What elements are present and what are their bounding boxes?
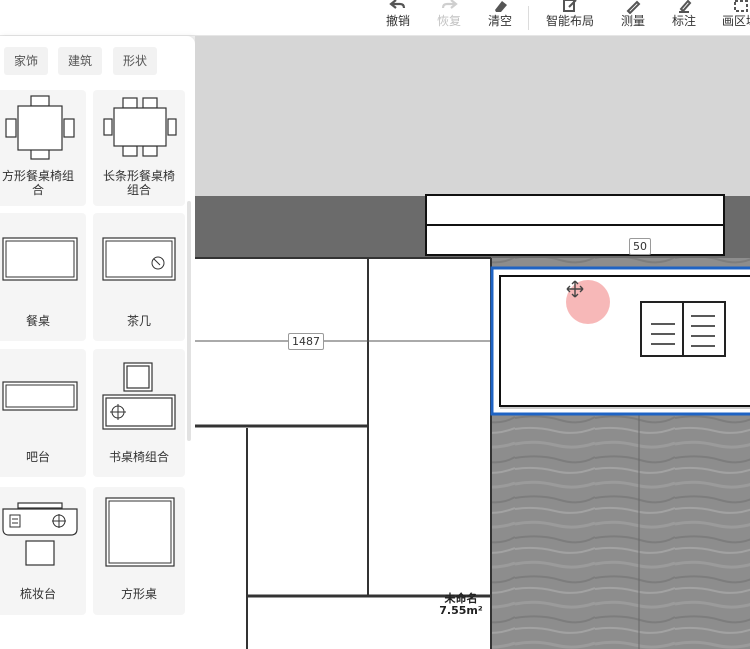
- room-area: 7.55m²: [439, 604, 483, 617]
- tab-architecture[interactable]: 建筑: [58, 47, 103, 75]
- toolbar-divider: [528, 6, 529, 30]
- redo-button[interactable]: 恢复: [436, 0, 462, 36]
- annotate-icon: [679, 0, 692, 13]
- tab-shapes[interactable]: 形状: [113, 47, 158, 75]
- measure-icon: [626, 0, 641, 14]
- desk-chair-set-icon: [102, 362, 176, 430]
- item-desk-chair-set[interactable]: 书桌椅组合: [93, 349, 185, 477]
- bar-counter-icon: [2, 381, 78, 411]
- undo-button[interactable]: 撤销: [385, 0, 411, 36]
- long-dining-set-icon: [103, 97, 177, 157]
- item-square-table[interactable]: 方形桌: [93, 487, 185, 615]
- room-label: 未命名 7.55m²: [430, 593, 492, 617]
- room-floor: [195, 258, 491, 649]
- category-tabs: 家饰 建筑 形状: [0, 47, 195, 75]
- redo-icon: [441, 0, 458, 9]
- item-dining-table[interactable]: 餐桌: [0, 213, 86, 341]
- tab-decor[interactable]: 家饰: [4, 47, 49, 75]
- dimension-top-label: 50: [629, 238, 651, 255]
- panel-scrollbar[interactable]: [187, 201, 191, 441]
- move-handle[interactable]: [566, 280, 610, 324]
- furniture-panel: 家饰 建筑 形状 方形餐桌椅组 合 长条形餐桌椅 组合 餐桌 茶几 吧台 书桌椅…: [0, 36, 195, 649]
- draw-area-button[interactable]: 画区域: [722, 0, 750, 36]
- undo-icon: [389, 0, 406, 9]
- draw-area-icon: [734, 0, 748, 12]
- vanity-icon: [2, 502, 78, 566]
- item-vanity[interactable]: 梳妆台: [0, 487, 86, 615]
- item-long-dining-set[interactable]: 长条形餐桌椅 组合: [93, 90, 185, 206]
- measure-button[interactable]: 测量: [620, 0, 646, 36]
- floor-plan-canvas[interactable]: 50 1487 未命名 7.55m²: [195, 36, 750, 649]
- smart-layout-icon: [563, 0, 577, 12]
- smart-layout-button[interactable]: 智能布局: [545, 0, 595, 36]
- annotate-button[interactable]: 标注: [671, 0, 697, 36]
- square-dining-set-icon: [5, 95, 75, 160]
- item-bar-counter[interactable]: 吧台: [0, 349, 86, 477]
- dining-table-icon: [2, 237, 78, 281]
- item-coffee-table[interactable]: 茶几: [93, 213, 185, 341]
- move-arrows-icon: [566, 280, 584, 298]
- book-icon: [640, 301, 726, 357]
- clear-button[interactable]: 清空: [487, 0, 513, 36]
- floor-plan-drawing: [195, 194, 750, 649]
- wall-cabinet-upper[interactable]: [425, 194, 725, 226]
- coffee-table-icon: [102, 237, 176, 281]
- floor-planner-app: 撤销 恢复 清空 智能布局 测量 标注 画区域 家饰: [0, 0, 750, 649]
- square-table-icon: [105, 497, 175, 567]
- wall-cabinet-lower[interactable]: [425, 224, 725, 256]
- dimension-room-label: 1487: [288, 333, 324, 350]
- item-square-dining-set[interactable]: 方形餐桌椅组 合: [0, 90, 86, 206]
- eraser-icon: [495, 1, 507, 12]
- top-toolbar: 撤销 恢复 清空 智能布局 测量 标注 画区域: [0, 0, 750, 36]
